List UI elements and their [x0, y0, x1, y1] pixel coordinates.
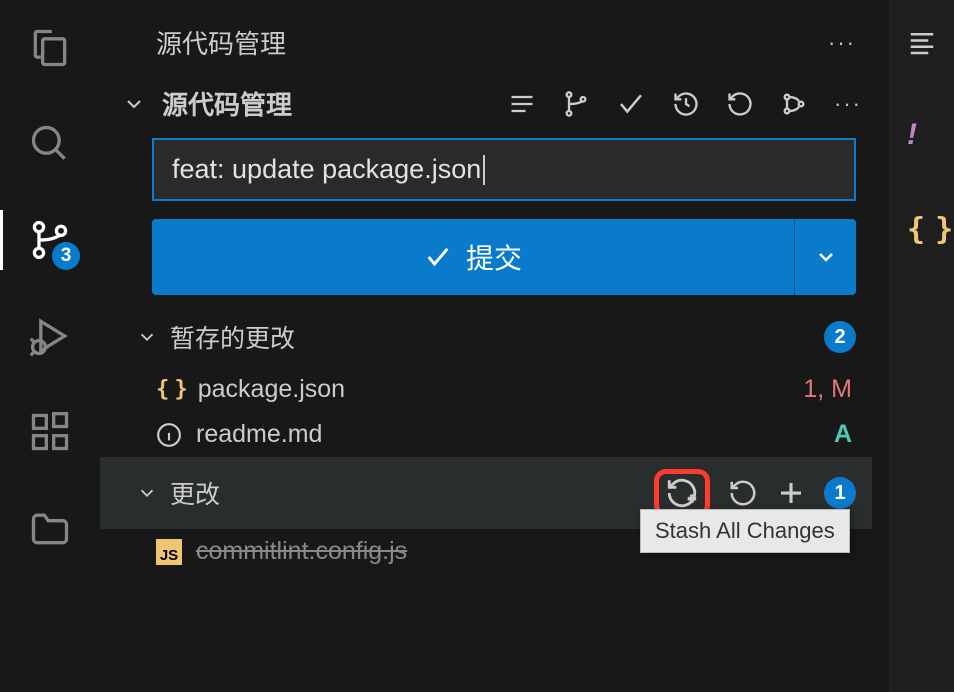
panel-title-row: 源代码管理 ···	[100, 0, 872, 77]
commit-button-main[interactable]: 提交	[152, 219, 794, 295]
activity-bar: 3	[0, 0, 100, 692]
chevron-down-icon	[136, 326, 158, 348]
commit-button-label: 提交	[466, 237, 522, 277]
explorer-icon[interactable]	[22, 20, 78, 76]
file-name: readme.md	[196, 420, 820, 449]
repo-actions: ···	[508, 89, 868, 119]
extensions-icon[interactable]	[22, 404, 78, 460]
panel-title: 源代码管理	[156, 24, 286, 61]
info-file-icon	[156, 422, 182, 448]
scm-badge: 3	[52, 242, 80, 270]
changes-count-badge: 1	[824, 477, 856, 509]
discard-all-icon[interactable]	[728, 478, 758, 508]
staged-count-badge: 2	[824, 321, 856, 353]
repo-more-icon[interactable]: ···	[834, 91, 862, 117]
commit-button[interactable]: 提交	[152, 219, 856, 295]
folder-icon[interactable]	[22, 500, 78, 556]
commit-message-text: feat: update package.json	[172, 154, 481, 185]
json-file-icon: { }	[156, 377, 184, 402]
changes-section-title: 更改	[170, 475, 642, 511]
branch-action-icon[interactable]	[562, 90, 590, 118]
important-marker-icon: !	[907, 118, 954, 152]
staged-section-header[interactable]: 暂存的更改 2	[100, 307, 872, 367]
scm-panel: 源代码管理 ··· 源代码管理 ··· feat: update package…	[100, 0, 890, 692]
js-file-icon: JS	[156, 539, 182, 565]
panel-more-icon[interactable]: ···	[828, 30, 856, 56]
chevron-down-icon[interactable]	[122, 92, 150, 116]
debug-icon[interactable]	[22, 308, 78, 364]
file-row[interactable]: readme.md A	[100, 412, 872, 457]
text-cursor	[483, 155, 485, 185]
editor-gutter: ! { }	[890, 0, 954, 692]
refresh-icon[interactable]	[726, 90, 754, 118]
staged-section-title: 暂存的更改	[170, 319, 812, 355]
braces-icon: { }	[907, 212, 954, 247]
repo-title: 源代码管理	[162, 85, 496, 122]
stage-all-icon[interactable]	[776, 478, 806, 508]
file-status: 1, M	[803, 375, 852, 404]
view-mode-icon[interactable]	[508, 90, 536, 118]
graph-icon[interactable]	[780, 90, 808, 118]
source-control-icon[interactable]: 3	[22, 212, 78, 268]
commit-button-dropdown[interactable]	[794, 219, 856, 295]
file-name: package.json	[198, 375, 790, 404]
check-icon[interactable]	[616, 89, 646, 119]
repo-header: 源代码管理 ···	[100, 77, 872, 134]
search-icon[interactable]	[22, 116, 78, 172]
changes-section-header[interactable]: 更改 1 Stash All Changes	[100, 457, 872, 529]
tooltip: Stash All Changes	[640, 509, 850, 553]
editor-menu-icon[interactable]	[907, 28, 954, 58]
file-status: A	[834, 420, 852, 449]
chevron-down-icon	[136, 482, 158, 504]
commit-message-input[interactable]: feat: update package.json	[152, 138, 856, 201]
file-row[interactable]: { } package.json 1, M	[100, 367, 872, 412]
history-icon[interactable]	[672, 90, 700, 118]
